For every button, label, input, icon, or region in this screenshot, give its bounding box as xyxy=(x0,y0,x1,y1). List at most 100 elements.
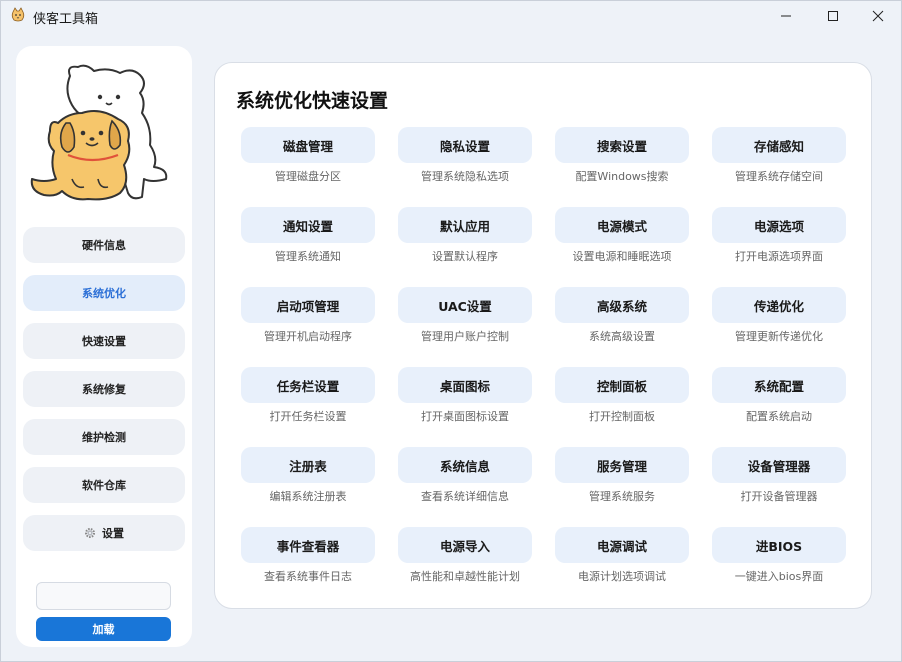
tool-button[interactable]: 启动项管理 xyxy=(241,287,375,323)
maximize-icon xyxy=(828,11,838,21)
tool-description: 查看系统详细信息 xyxy=(421,490,509,503)
load-button[interactable]: 加载 xyxy=(36,617,171,641)
tool-button[interactable]: 电源导入 xyxy=(398,527,532,563)
tool-button[interactable]: 存储感知 xyxy=(712,127,846,163)
tool-tile: 电源调试电源计划选项调试 xyxy=(555,527,689,583)
app-cat-icon xyxy=(10,7,26,23)
tool-description: 编辑系统注册表 xyxy=(269,490,347,503)
tool-tile: 事件查看器查看系统事件日志 xyxy=(241,527,375,583)
sidebar-item-label: 系统优化 xyxy=(82,287,126,300)
tool-description: 查看系统事件日志 xyxy=(264,570,352,583)
tool-description: 管理系统隐私选项 xyxy=(421,170,509,183)
tool-description: 管理磁盘分区 xyxy=(275,170,341,183)
tool-description: 设置电源和睡眠选项 xyxy=(572,250,672,263)
sidebar-item-system-repair[interactable]: 系统修复 xyxy=(23,371,185,407)
tool-button[interactable]: 进BIOS xyxy=(712,527,846,563)
tool-description: 管理用户账户控制 xyxy=(421,330,509,343)
load-input[interactable] xyxy=(36,582,171,610)
tool-button[interactable]: 隐私设置 xyxy=(398,127,532,163)
maximize-button[interactable] xyxy=(810,1,856,31)
tool-button[interactable]: 电源调试 xyxy=(555,527,689,563)
mascot-dogs-illustration xyxy=(30,64,168,201)
tool-description: 打开任务栏设置 xyxy=(269,410,347,423)
tool-tile: 搜索设置配置Windows搜索 xyxy=(555,127,689,183)
page-title: 系统优化快速设置 xyxy=(236,90,389,112)
tool-tile: 系统信息查看系统详细信息 xyxy=(398,447,532,503)
tool-button[interactable]: 通知设置 xyxy=(241,207,375,243)
tool-tile: 磁盘管理管理磁盘分区 xyxy=(241,127,375,183)
tool-tile: 系统配置配置系统启动 xyxy=(712,367,846,423)
sidebar-item-settings[interactable]: 设置 xyxy=(23,515,185,551)
tool-button[interactable]: 系统配置 xyxy=(712,367,846,403)
tool-tile: 通知设置管理系统通知 xyxy=(241,207,375,263)
tool-tile: 电源选项打开电源选项界面 xyxy=(712,207,846,263)
tool-description: 配置系统启动 xyxy=(746,410,812,423)
sidebar-item-label: 设置 xyxy=(102,527,124,540)
tool-button[interactable]: 服务管理 xyxy=(555,447,689,483)
tool-button[interactable]: 系统信息 xyxy=(398,447,532,483)
tool-button[interactable]: 注册表 xyxy=(241,447,375,483)
tool-button[interactable]: 默认应用 xyxy=(398,207,532,243)
tool-tile: 启动项管理管理开机启动程序 xyxy=(241,287,375,343)
close-button[interactable] xyxy=(855,1,901,31)
tool-tile: 注册表编辑系统注册表 xyxy=(241,447,375,503)
tool-description: 打开控制面板 xyxy=(589,410,655,423)
tool-button[interactable]: UAC设置 xyxy=(398,287,532,323)
tool-tile: 桌面图标打开桌面图标设置 xyxy=(398,367,532,423)
sidebar-item-quick-settings[interactable]: 快速设置 xyxy=(23,323,185,359)
tool-description: 管理系统通知 xyxy=(275,250,341,263)
sidebar-item-label: 快速设置 xyxy=(82,335,126,348)
tool-tile: 控制面板打开控制面板 xyxy=(555,367,689,423)
tool-description: 系统高级设置 xyxy=(589,330,655,343)
sidebar-item-label: 软件仓库 xyxy=(82,479,126,492)
app-window: 侠客工具箱 硬件信息 系统优化 快速设置 系统修复 维护检测 软件仓库 设置 加… xyxy=(0,0,902,662)
tool-button[interactable]: 搜索设置 xyxy=(555,127,689,163)
window-title: 侠客工具箱 xyxy=(33,12,99,27)
sidebar-item-label: 系统修复 xyxy=(82,383,126,396)
tool-tile: 设备管理器打开设备管理器 xyxy=(712,447,846,503)
main-panel: 系统优化快速设置 磁盘管理 管理磁盘分区 隐私设置 管理系统隐私选项 搜索设置 配置Win… xyxy=(214,62,872,609)
tool-button[interactable]: 电源选项 xyxy=(712,207,846,243)
tool-tile: 存储感知 管理系统存储空间 xyxy=(712,127,846,183)
tool-tile: 隐私设置管理系统隐私选项 xyxy=(398,127,532,183)
tool-tile: 电源模式设置电源和睡眠选项 xyxy=(555,207,689,263)
tool-tile: UAC设置管理用户账户控制 xyxy=(398,287,532,343)
close-icon xyxy=(872,10,884,22)
tool-description: 一键进入bios界面 xyxy=(734,570,824,583)
tool-description: 管理开机启动程序 xyxy=(264,330,352,343)
tool-button[interactable]: 控制面板 xyxy=(555,367,689,403)
sidebar-item-software-store[interactable]: 软件仓库 xyxy=(23,467,185,503)
tool-button[interactable]: 磁盘管理 xyxy=(241,127,375,163)
tool-button[interactable]: 桌面图标 xyxy=(398,367,532,403)
tool-description: 设置默认程序 xyxy=(432,250,498,263)
sidebar-item-label: 维护检测 xyxy=(82,431,126,444)
tool-button[interactable]: 设备管理器 xyxy=(712,447,846,483)
tool-button[interactable]: 任务栏设置 xyxy=(241,367,375,403)
tool-tile: 默认应用设置默认程序 xyxy=(398,207,532,263)
tool-button[interactable]: 电源模式 xyxy=(555,207,689,243)
minimize-button[interactable] xyxy=(763,1,809,31)
tool-description: 管理系统服务 xyxy=(589,490,655,503)
tool-tile: 传递优化 管理更新传递优化 xyxy=(712,287,846,343)
sidebar-item-hardware-info[interactable]: 硬件信息 xyxy=(23,227,185,263)
tool-button[interactable]: 事件查看器 xyxy=(241,527,375,563)
tool-description: 高性能和卓越性能计划 xyxy=(410,570,520,583)
tool-tile: 电源导入高性能和卓越性能计划 xyxy=(398,527,532,583)
tool-description: 电源计划选项调试 xyxy=(578,570,666,583)
tool-button[interactable]: 传递优化 xyxy=(712,287,846,323)
tool-tile: 任务栏设置打开任务栏设置 xyxy=(241,367,375,423)
sidebar-item-maintenance-check[interactable]: 维护检测 xyxy=(23,419,185,455)
tool-description: 配置Windows搜索 xyxy=(575,170,669,183)
tool-description: 打开设备管理器 xyxy=(740,490,818,503)
tool-button[interactable]: 高级系统 xyxy=(555,287,689,323)
tool-tile: 进BIOS 一键进入bios界面 xyxy=(712,527,846,583)
tool-description: 打开电源选项界面 xyxy=(735,250,823,263)
tool-description: 打开桌面图标设置 xyxy=(421,410,509,423)
sidebar-item-system-optimize[interactable]: 系统优化 xyxy=(23,275,185,311)
sidebar: 硬件信息 系统优化 快速设置 系统修复 维护检测 软件仓库 设置 加载 xyxy=(16,46,192,647)
tool-tile: 高级系统系统高级设置 xyxy=(555,287,689,343)
tool-tile: 服务管理管理系统服务 xyxy=(555,447,689,503)
minimize-icon xyxy=(781,15,791,17)
gear-icon xyxy=(84,527,96,539)
sidebar-item-label: 硬件信息 xyxy=(82,239,126,252)
